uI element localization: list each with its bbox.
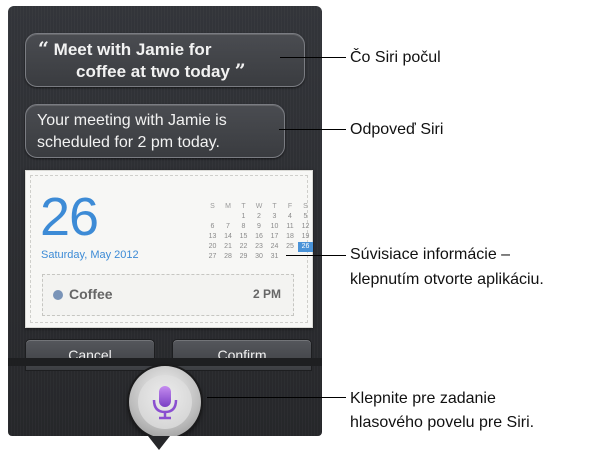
button-bar-shadow: [8, 358, 322, 366]
callout-related-line2: klepnutím otvorte aplikáciu.: [350, 271, 544, 288]
mini-calendar-day: 13: [208, 233, 217, 240]
callout-reply: Odpoveď Siri: [350, 121, 444, 138]
mini-calendar-day: 6: [210, 223, 215, 230]
siri-screen: “ Meet with Jamie for coffee at two toda…: [8, 6, 322, 436]
mini-calendar-day: 7: [226, 223, 230, 230]
mini-calendar-day: 2: [257, 213, 261, 220]
callout-mic-line2: hlasového povelu pre Siri.: [350, 414, 535, 431]
siri-mic-button[interactable]: [129, 366, 201, 436]
mini-calendar-day: 17: [270, 233, 279, 240]
mini-calendar: S M T W T F S 1 2 3 4 5 6 7 8 9 10 11 12 13 14 15 16 17 18 19 20 21…: [205, 202, 317, 262]
mini-calendar-today: 26: [298, 242, 313, 252]
heard-text-line2: coffee at two today: [76, 62, 230, 81]
calendar-event[interactable]: Coffee 2 PM: [42, 274, 294, 316]
mini-calendar-day: 5: [303, 213, 308, 220]
mini-calendar-day: 25: [286, 243, 294, 250]
calendar-date-text: Saturday, May 2012: [41, 249, 139, 261]
heard-text-line1: Meet with Jamie for: [53, 40, 212, 59]
mini-calendar-day: 8: [241, 223, 246, 230]
close-quote: ”: [234, 60, 246, 82]
mini-calendar-day: 23: [255, 243, 263, 250]
mini-calendar-day: 27: [208, 253, 217, 260]
mini-calendar-weekday: S: [303, 203, 308, 210]
mini-calendar-day: 1: [241, 213, 246, 220]
mini-calendar-day: 9: [257, 223, 261, 230]
callout-mic-line1: Klepnite pre zadanie: [350, 390, 496, 407]
calendar-card-inner: 26 Saturday, May 2012 S M T W T F S 1 2 3 4 5 6 7 8 9 10…: [30, 175, 313, 323]
cancel-button[interactable]: Cancel: [25, 339, 155, 371]
mini-calendar-day: 30: [255, 253, 263, 260]
event-time: 2 PM: [252, 287, 281, 301]
reply-bubble: Your meeting with Jamie is scheduled for…: [25, 104, 285, 158]
calendar-day-number: 26: [40, 187, 99, 247]
confirm-button[interactable]: Confirm: [172, 339, 312, 371]
callout-line-related: [286, 255, 346, 256]
mini-calendar-weekday: T: [241, 203, 246, 210]
mini-calendar-day: 20: [208, 243, 217, 250]
microphone-icon: [152, 386, 178, 420]
mini-calendar-day: 4: [288, 213, 292, 220]
reply-text-line2: scheduled for 2 pm today.: [37, 134, 220, 151]
mini-calendar-day: 22: [239, 243, 248, 250]
callout-line-reply: [279, 129, 346, 130]
mini-calendar-day: 19: [301, 233, 310, 240]
mini-calendar-day: 12: [301, 223, 310, 230]
mini-calendar-week: 20 21 22 23 24 25 26: [205, 242, 317, 252]
callout-related-line1: Súvisiace informácie –: [350, 246, 511, 263]
mini-calendar-week: 27 28 29 30 31: [205, 252, 317, 262]
mini-calendar-day: 28: [224, 253, 232, 260]
mini-calendar-day: 3: [272, 213, 277, 220]
mini-calendar-day: 16: [255, 233, 263, 240]
panel-pointer: [148, 436, 170, 450]
mini-calendar-week: 6 7 8 9 10 11 12: [205, 222, 317, 232]
mini-calendar-day: 29: [239, 253, 248, 260]
mini-calendar-day: 14: [224, 233, 232, 240]
calendar-card[interactable]: 26 Saturday, May 2012 S M T W T F S 1 2 3 4 5 6 7 8 9 10…: [25, 170, 313, 328]
event-name: Coffee: [69, 286, 113, 302]
mini-calendar-week: 13 14 15 16 17 18 19: [205, 232, 317, 242]
mini-calendar-day: 11: [286, 223, 294, 230]
mini-calendar-weekday: W: [255, 203, 263, 210]
mini-calendar-day: 10: [270, 223, 279, 230]
open-quote: “: [38, 38, 49, 60]
mini-calendar-day: 24: [270, 243, 279, 250]
mini-calendar-header: SMTWTFS: [205, 202, 317, 212]
callout-line-mic: [207, 397, 346, 398]
mic-button-face: [138, 375, 192, 429]
event-color-dot: [53, 290, 63, 300]
mini-calendar-weekday: S: [210, 203, 215, 210]
mini-calendar-day: 21: [224, 243, 232, 250]
callout-line-heard: [280, 57, 346, 58]
mini-calendar-weekday: F: [287, 203, 293, 210]
mini-calendar-week: 1 2 3 4 5: [205, 212, 317, 222]
mini-calendar-weekday: T: [272, 203, 277, 210]
reply-text-line1: Your meeting with Jamie is: [37, 112, 227, 129]
mini-calendar-weekday: M: [225, 203, 231, 210]
callout-heard: Čo Siri počul: [350, 49, 441, 66]
heard-bubble: “ Meet with Jamie for coffee at two toda…: [25, 33, 305, 87]
mini-calendar-day: 31: [270, 253, 279, 260]
mini-calendar-day: 18: [286, 233, 294, 240]
mini-calendar-day: 15: [239, 233, 248, 240]
